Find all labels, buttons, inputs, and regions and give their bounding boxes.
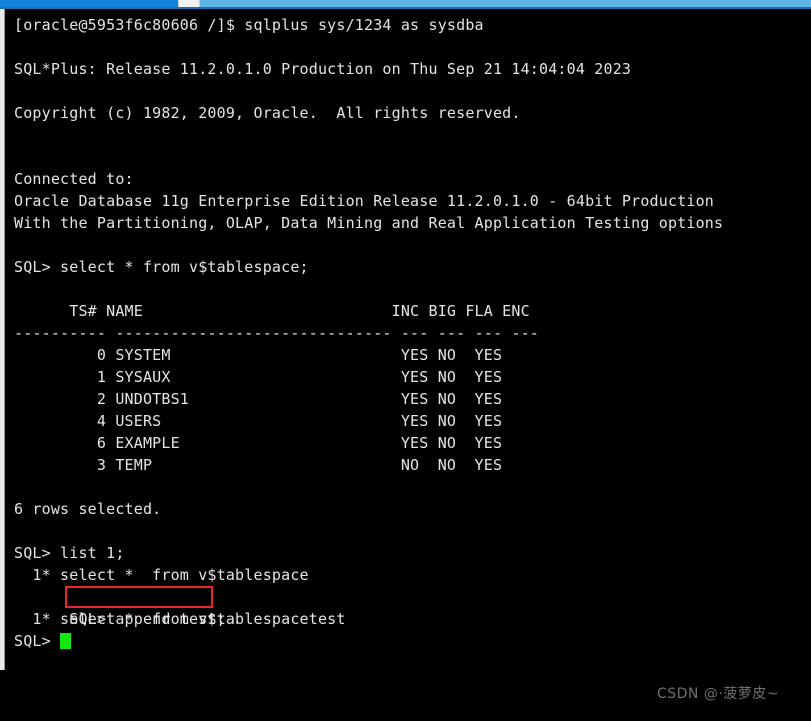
terminal-line-shell-command: [oracle@5953f6c80606 /]$ sqlplus sys/123… <box>14 16 484 34</box>
window-left-edge <box>0 9 5 670</box>
terminal-prompt-line[interactable]: SQL> <box>14 630 811 652</box>
terminal-line-query-select: SQL> select * from v$tablespace; <box>14 258 309 276</box>
terminal-line-cmd-append: SQL> append test; <box>14 586 811 628</box>
result-table-row: 0 SYSTEM YES NO YES <box>14 346 503 364</box>
terminal-line-db-options: With the Partitioning, OLAP, Data Mining… <box>14 214 724 232</box>
window-title-bar <box>0 0 811 9</box>
terminal-line-copyright: Copyright (c) 1982, 2009, Oracle. All ri… <box>14 104 521 122</box>
red-highlight-box <box>65 586 213 608</box>
terminal-output-area[interactable]: [oracle@5953f6c80606 /]$ sqlplus sys/123… <box>6 9 811 721</box>
result-table-row: 4 USERS YES NO YES <box>14 412 503 430</box>
terminal-line-sqlplus-banner: SQL*Plus: Release 11.2.0.1.0 Production … <box>14 60 632 78</box>
terminal-line-db-version: Oracle Database 11g Enterprise Edition R… <box>14 192 715 210</box>
terminal-line-cmd-list: SQL> list 1; <box>14 544 125 562</box>
terminal-window: [oracle@5953f6c80606 /]$ sqlplus sys/123… <box>0 0 811 721</box>
result-table-row: 1 SYSAUX YES NO YES <box>14 368 503 386</box>
rows-selected-status: 6 rows selected. <box>14 500 162 518</box>
sql-buffer-line-1: 1* select * from v$tablespace <box>14 566 309 584</box>
result-table-row: 3 TEMP NO NO YES <box>14 456 503 474</box>
result-table-header: TS# NAME INC BIG FLA ENC <box>14 302 530 320</box>
result-table-row: 6 EXAMPLE YES NO YES <box>14 434 503 452</box>
watermark-label: CSDN @·菠萝皮~ <box>656 686 779 702</box>
terminal-line-cmd-append-text: SQL> append test; <box>69 610 226 628</box>
terminal-line-connected-to: Connected to: <box>14 170 134 188</box>
result-table-rule: ---------- -----------------------------… <box>14 324 540 342</box>
result-table-row: 2 UNDOTBS1 YES NO YES <box>14 390 503 408</box>
